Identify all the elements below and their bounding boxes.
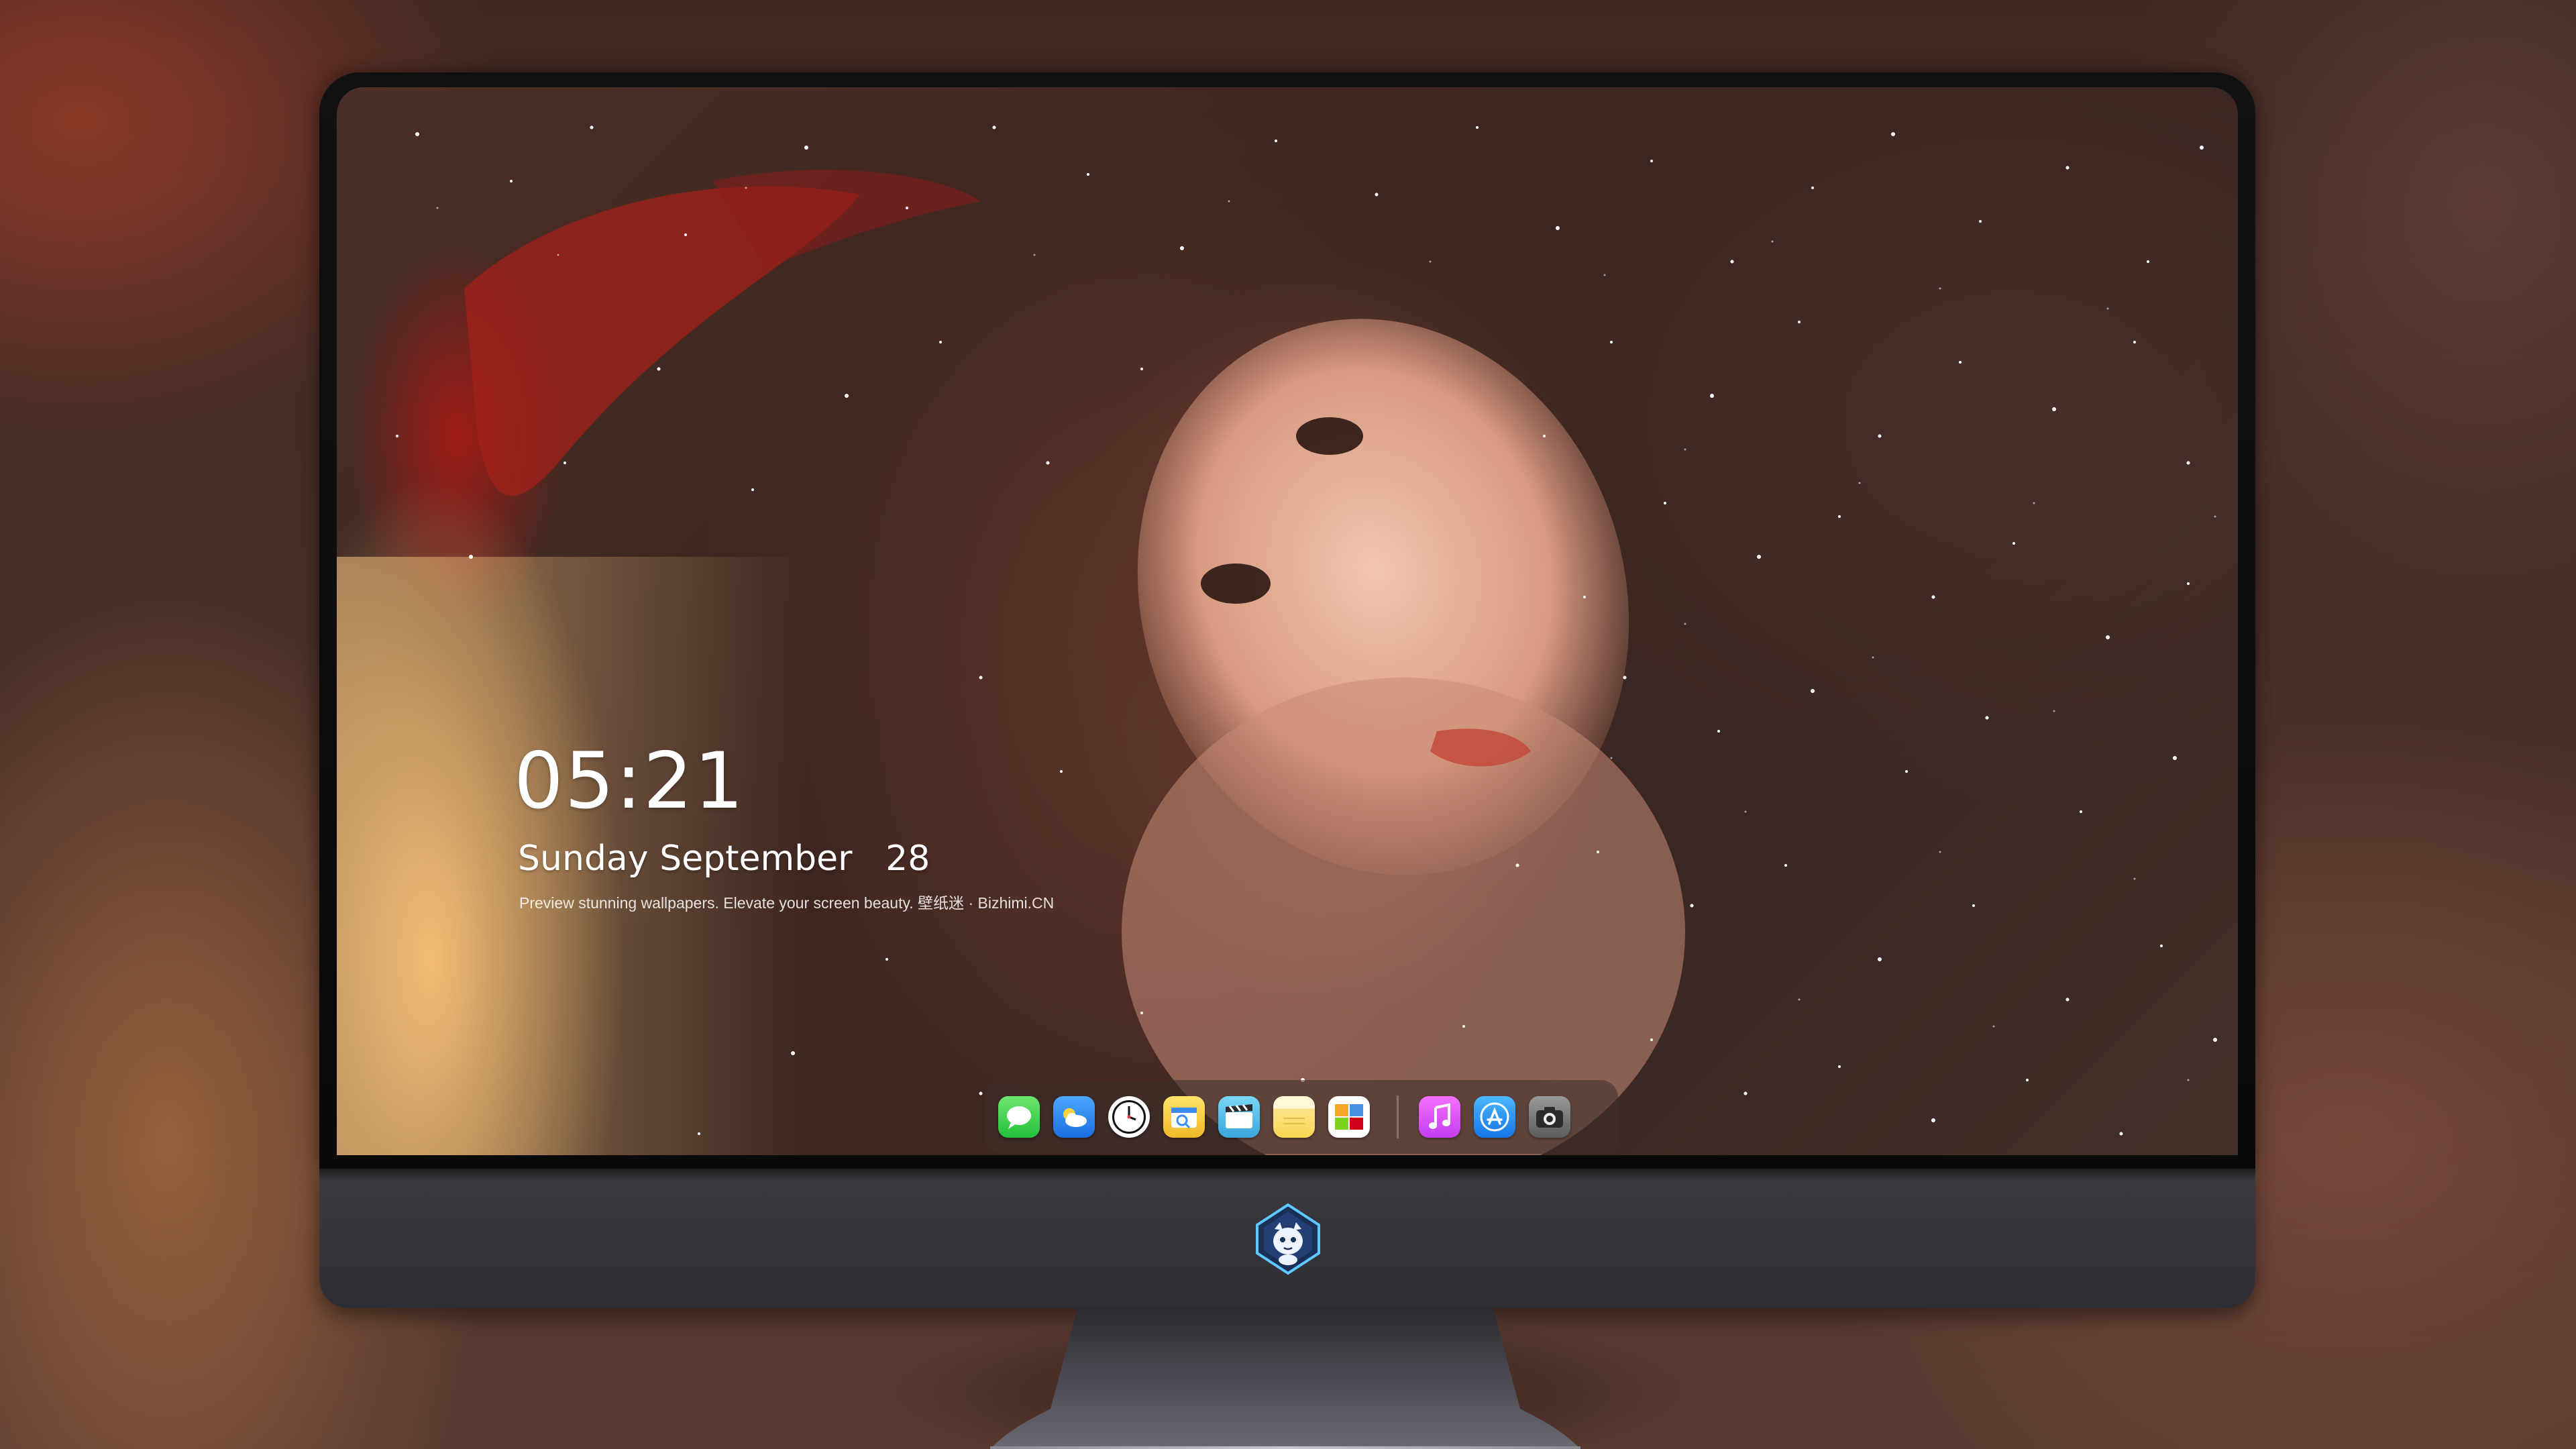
weather-icon[interactable]: [1053, 1096, 1095, 1138]
monitor-bezel: 05:21 Sunday September 28 Preview stunni…: [319, 72, 2255, 1169]
notes-icon[interactable]: [1273, 1096, 1315, 1138]
lock-screen-time: 05:21: [514, 736, 745, 826]
photos-icon[interactable]: [1328, 1096, 1370, 1138]
dock-separator: [1397, 1095, 1399, 1138]
dock: [985, 1080, 1618, 1154]
dragon-mascot-logo: [1256, 1203, 1320, 1275]
starfield-overlay: [396, 125, 2217, 1136]
app-store-icon[interactable]: [1474, 1096, 1515, 1138]
messages-icon[interactable]: [998, 1096, 1040, 1138]
lock-screen-date: Sunday September 28: [518, 839, 930, 879]
chin-shadow: [319, 1169, 2255, 1181]
music-icon[interactable]: [1419, 1096, 1460, 1138]
clips-icon[interactable]: [1218, 1096, 1260, 1138]
imac-monitor: 05:21 Sunday September 28 Preview stunni…: [319, 72, 2255, 1308]
blurred-room-background: 05:21 Sunday September 28 Preview stunni…: [0, 0, 2576, 1449]
desktop-screen[interactable]: 05:21 Sunday September 28 Preview stunni…: [337, 87, 2238, 1155]
camera-icon[interactable]: [1529, 1096, 1570, 1138]
finder-icon[interactable]: [1163, 1096, 1205, 1138]
monitor-stand: [990, 1308, 1580, 1449]
monitor-chin: [319, 1169, 2255, 1308]
clock-icon[interactable]: [1108, 1096, 1150, 1138]
lock-screen-tagline: Preview stunning wallpapers. Elevate you…: [519, 894, 1055, 912]
